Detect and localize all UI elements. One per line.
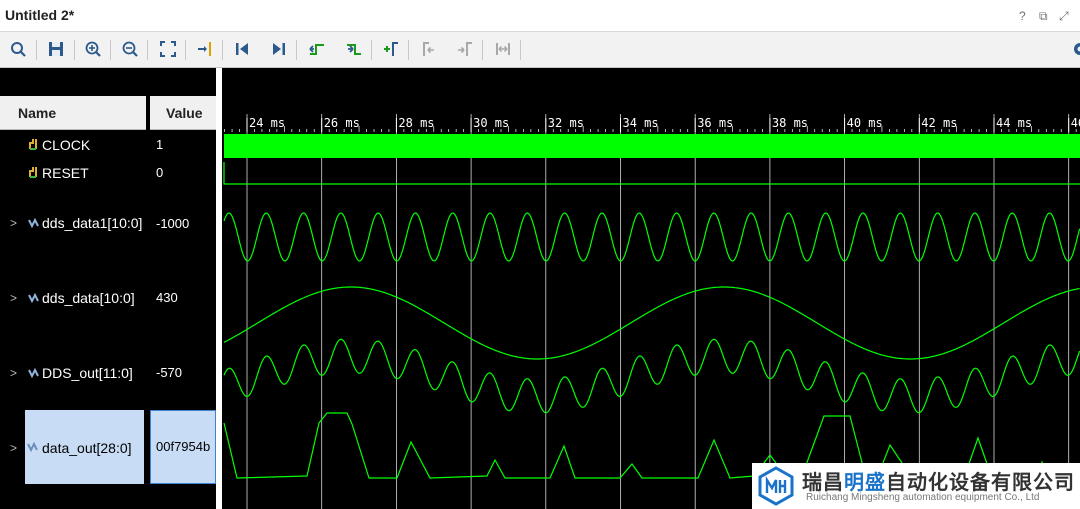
waveform-toolbar (0, 32, 1080, 68)
zoom-out-icon[interactable] (118, 37, 142, 61)
previous-transition-icon[interactable] (305, 37, 329, 61)
expand-chevron-icon[interactable]: > (10, 441, 17, 455)
tick-label: 24 ms (249, 116, 285, 130)
previous-marker-icon[interactable] (416, 37, 440, 61)
signal-row-dds-out[interactable]: > DDS_out[11:0] (0, 334, 146, 408)
signal-row-clock[interactable]: CLOCK (0, 130, 146, 158)
add-marker-icon[interactable] (379, 37, 403, 61)
window-titlebar: Untitled 2* ? ⧉ ⤢ (0, 0, 1080, 32)
toolbar-separator (110, 40, 111, 60)
dds-data-trace (223, 286, 1080, 360)
tick-label: 26 ms (324, 116, 360, 130)
tick-label: 40 ms (847, 116, 883, 130)
go-to-time-zero-icon[interactable] (230, 37, 254, 61)
signal-row-dds-data1[interactable]: > dds_data1[10:0] (0, 186, 146, 260)
signal-value-selected: 00f7954b (150, 410, 216, 484)
signal-name: DDS_out[11:0] (42, 365, 133, 381)
tick-label: 32 ms (548, 116, 584, 130)
toolbar-separator (408, 40, 409, 60)
tick-label: 30 ms (473, 116, 509, 130)
maximize-icon[interactable]: ⤢ (1059, 9, 1069, 24)
signal-name: CLOCK (42, 137, 91, 153)
signal-row-dds-data[interactable]: > dds_data[10:0] (0, 260, 146, 334)
signal-row-data-out[interactable]: data_out[28:0] (25, 410, 144, 484)
help-icon[interactable]: ? (1019, 9, 1026, 23)
signal-value: 1 (156, 137, 164, 152)
next-marker-icon[interactable] (453, 37, 477, 61)
tick-label: 36 ms (697, 116, 733, 130)
bus-signal-icon (28, 292, 39, 304)
time-gridlines (246, 114, 1070, 509)
reset-trace (223, 162, 1080, 185)
tick-label: 42 ms (921, 116, 957, 130)
signal-name: data_out[28:0] (42, 440, 132, 456)
tick-label: 44 ms (996, 116, 1032, 130)
signal-row-reset[interactable]: RESET (0, 158, 146, 186)
signal-value: -570 (156, 365, 183, 380)
toolbar-separator (222, 40, 223, 60)
tick-label: 38 ms (772, 116, 808, 130)
go-to-last-time-icon[interactable] (267, 37, 291, 61)
signal-value-panel: Value 1 0 -1000 430 -570 00f7954b (150, 68, 216, 509)
toolbar-separator (520, 40, 521, 60)
expand-chevron-icon[interactable]: > (10, 366, 17, 380)
signal-name: dds_data[10:0] (42, 290, 135, 306)
signal-name: RESET (42, 165, 89, 181)
signal-value: 0 (156, 165, 164, 180)
toolbar-separator (36, 40, 37, 60)
bus-signal-icon (28, 217, 39, 229)
expand-chevron-icon[interactable]: > (10, 291, 17, 305)
bus-signal-icon (27, 441, 38, 453)
swap-cursors-icon[interactable] (491, 37, 515, 61)
value-column-header[interactable]: Value (150, 96, 216, 130)
next-transition-icon[interactable] (342, 37, 366, 61)
expand-chevron-icon[interactable]: > (10, 216, 17, 230)
zoom-in-icon[interactable] (81, 37, 105, 61)
name-column-header[interactable]: Name (0, 96, 146, 130)
dds-data1-trace (223, 212, 1080, 262)
company-name-en: Ruichang Mingsheng automation equipment … (806, 492, 1040, 503)
company-logo (758, 466, 794, 506)
signal-value: -1000 (156, 216, 190, 231)
restore-icon[interactable]: ⧉ (1039, 9, 1048, 24)
waveform-canvas[interactable]: 24 ms 26 ms 28 ms 30 ms 32 ms 34 ms 36 ms 38 ms… (222, 68, 1080, 509)
go-to-cursor-icon[interactable] (193, 37, 217, 61)
toolbar-separator (482, 40, 483, 60)
company-name-cn: 瑞昌明盛自动化设备有限公司 (802, 472, 1075, 494)
clock-trace (224, 134, 1080, 158)
save-icon[interactable] (44, 37, 68, 61)
settings-icon[interactable] (1068, 37, 1080, 61)
signal-name-panel: Name CLOCK RESET > dds_data1[10:0] > dds… (0, 68, 146, 509)
bit-signal-icon (29, 167, 37, 178)
tick-label: 28 ms (398, 116, 434, 130)
toolbar-separator (296, 40, 297, 60)
tick-label: 34 ms (623, 116, 659, 130)
company-watermark: 瑞昌明盛自动化设备有限公司 Ruichang Mingsheng automat… (752, 463, 1080, 509)
bit-signal-icon (29, 139, 37, 150)
signal-traces (223, 134, 1080, 479)
signal-value: 430 (156, 290, 178, 305)
window-title: Untitled 2* (5, 7, 75, 23)
search-icon[interactable] (6, 37, 30, 61)
zoom-fit-icon[interactable] (156, 37, 180, 61)
bus-signal-icon (28, 367, 39, 379)
toolbar-separator (185, 40, 186, 60)
toolbar-separator (147, 40, 148, 60)
signal-name: dds_data1[10:0] (42, 215, 143, 231)
tick-label: 46 ms (1071, 116, 1080, 130)
time-ruler: 24 ms 26 ms 28 ms 30 ms 32 ms 34 ms 36 ms 38 ms… (224, 116, 1080, 132)
toolbar-separator (74, 40, 75, 60)
toolbar-separator (371, 40, 372, 60)
